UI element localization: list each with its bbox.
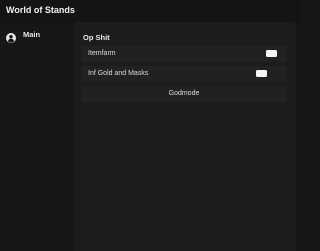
tab-main-label: Main	[23, 30, 41, 39]
main-panel: Op Shit Itemfarm Inf Gold and Masks Godm…	[74, 22, 296, 251]
itemfarm-label: Itemfarm	[88, 50, 116, 57]
inf-gold-and-masks-label: Inf Gold and Masks	[88, 70, 149, 77]
section-title: Op Shit	[83, 33, 110, 42]
user-circle-icon	[6, 30, 16, 43]
inf-gold-and-masks-toggle[interactable]	[256, 70, 267, 77]
toggle-row-itemfarm[interactable]: Itemfarm	[81, 46, 287, 62]
godmode-button-label: Godmode	[168, 90, 200, 97]
itemfarm-toggle[interactable]	[266, 50, 277, 57]
tab-main[interactable]: Main	[0, 28, 74, 44]
toggle-row-inf-gold-and-masks[interactable]: Inf Gold and Masks	[81, 66, 287, 82]
sidebar: Main	[0, 24, 74, 251]
app-window: World of Stands Main Op Shit Itemfarm In…	[0, 0, 300, 251]
godmode-button[interactable]: Godmode	[81, 86, 287, 102]
title-bar[interactable]: World of Stands	[0, 0, 300, 24]
window-title: World of Stands	[6, 5, 75, 15]
